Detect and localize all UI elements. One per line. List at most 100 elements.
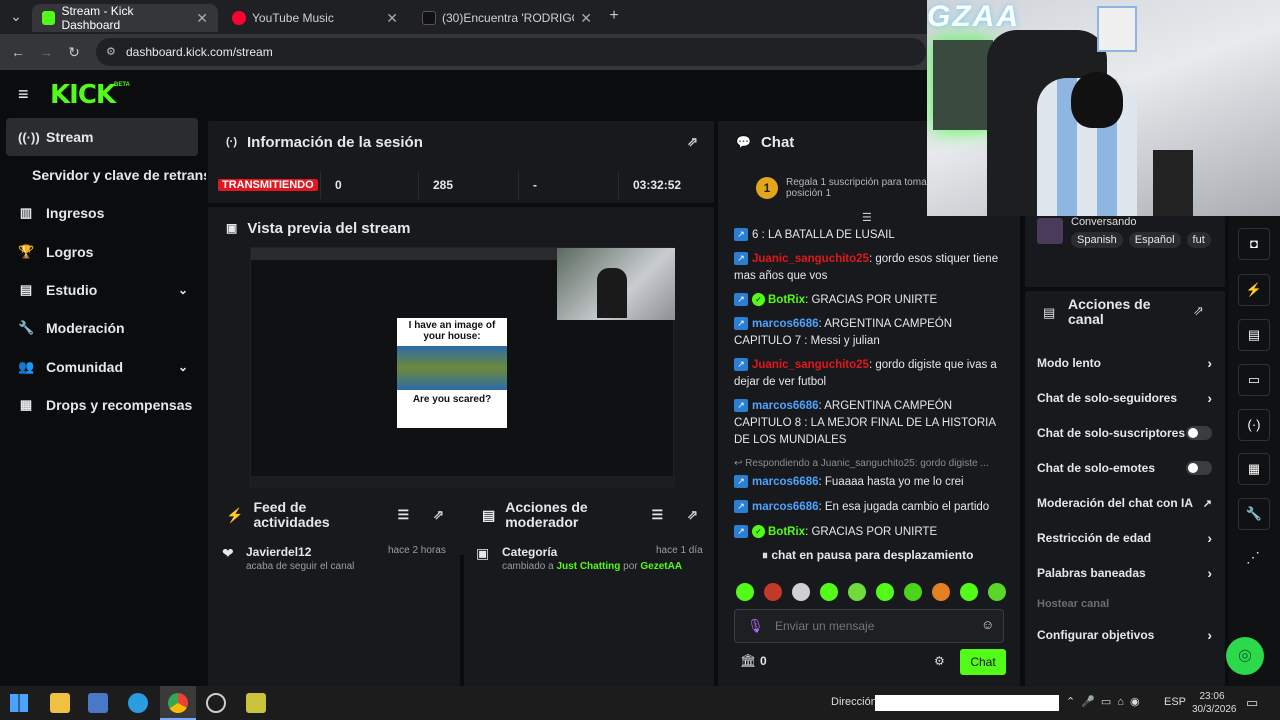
chat-username[interactable]: marcos6686 [752, 400, 819, 412]
chat-username[interactable]: marcos6686 [752, 476, 819, 488]
share-icon[interactable]: ⋰ [1246, 549, 1260, 566]
chat-username[interactable]: BotRix [768, 526, 805, 538]
broadcast-tool-icon[interactable]: (·) [1238, 409, 1270, 441]
sidebar-item-stream[interactable]: ((·)) Stream [6, 118, 198, 156]
category-link[interactable]: Just Chatting [556, 561, 620, 572]
action-age-restriction[interactable]: Restricción de edad › [1037, 528, 1212, 548]
address-toolbar-input[interactable] [875, 695, 1059, 711]
popout-icon[interactable]: ⇗ [1193, 303, 1204, 319]
chat-username[interactable]: marcos6686 [752, 501, 819, 513]
tab-list-icon[interactable]: ⌄ [6, 6, 26, 26]
action-slow-mode[interactable]: Modo lento › [1037, 353, 1212, 373]
subscribers-only-toggle[interactable] [1186, 426, 1212, 440]
microphone-icon[interactable]: 🎙 [747, 618, 764, 634]
computer-icon[interactable] [88, 693, 108, 713]
language-indicator[interactable]: ESP [1164, 696, 1186, 708]
document-tool-icon[interactable]: ▤ [1238, 319, 1270, 351]
feed-user[interactable]: Javierdel12 [246, 545, 311, 559]
system-tray-icons[interactable]: ⌃🎤▭⌂◉ [1066, 695, 1146, 708]
sidebar-item-server-key[interactable]: Servidor y clave de retransmisión [6, 156, 206, 194]
chat-username[interactable]: BotRix [768, 294, 805, 306]
taskbar-clock[interactable]: 23:06 30/3/2026 [1192, 690, 1237, 716]
kick-logo[interactable]: KICK [50, 80, 116, 110]
app-icon[interactable] [246, 693, 266, 713]
close-tab-icon[interactable]: ✕ [196, 10, 208, 27]
chrome-taskbar-button[interactable] [160, 686, 196, 720]
gift-promo-text[interactable]: Regala 1 suscripción para toma posición … [786, 177, 936, 199]
sidebar-item-drops[interactable]: ▦ Drops y recompensas [6, 386, 198, 424]
store-icon[interactable]: 🏛 [740, 653, 757, 669]
emote-icon[interactable] [848, 583, 866, 601]
tab-title: (30)Encuentra 'RODRIGO MORA [442, 11, 574, 25]
emote-icon[interactable] [988, 583, 1006, 601]
action-emotes-only[interactable]: Chat de solo-emotes [1037, 458, 1212, 478]
chat-username[interactable]: Juanic_sanguchito25 [752, 253, 869, 265]
popout-icon[interactable]: ⇗ [687, 134, 698, 150]
action-set-goals[interactable]: Configurar objetivos › [1037, 625, 1212, 645]
emotes-only-toggle[interactable] [1186, 461, 1212, 475]
chat-tool-icon[interactable]: ▭ [1238, 364, 1270, 396]
stream-preview-video[interactable]: I have an image of your house: Are you s… [250, 247, 675, 488]
lightning-tool-icon[interactable]: ⚡ [1238, 274, 1270, 306]
emote-icon[interactable] [932, 583, 950, 601]
close-tab-icon[interactable]: ✕ [580, 10, 592, 27]
obs-icon[interactable] [206, 693, 226, 713]
chat-input-box[interactable]: 🎙 ☺ [734, 609, 1004, 643]
chat-message-input[interactable] [775, 616, 975, 636]
chat-message: ↗ 6 : LA BATALLA DE LUSAIL [734, 227, 1006, 244]
chat-paused-notice[interactable]: ⏸ chat en pausa para desplazamiento [762, 545, 982, 565]
sidebar-item-estudio[interactable]: ▤ Estudio ⌄ [6, 271, 198, 309]
close-tab-icon[interactable]: ✕ [386, 10, 398, 27]
action-banned-words[interactable]: Palabras baneadas › [1037, 563, 1212, 583]
emoji-picker-icon[interactable]: ☺ [981, 617, 994, 632]
sidebar-item-logros[interactable]: 🏆 Logros [6, 233, 198, 271]
layout-tool-icon[interactable]: ▦ [1238, 453, 1270, 485]
chat-username[interactable]: Juanic_sanguchito25 [752, 359, 869, 371]
action-followers-only[interactable]: Chat de solo-seguidores › [1037, 388, 1212, 408]
tag[interactable]: Spanish [1071, 232, 1123, 248]
hamburger-menu-icon[interactable]: ≡ [18, 84, 29, 105]
chat-username[interactable]: marcos6686 [752, 318, 819, 330]
emote-icon[interactable] [792, 583, 810, 601]
reload-icon[interactable]: ↻ [64, 42, 84, 62]
file-explorer-icon[interactable] [50, 693, 70, 713]
notifications-icon[interactable]: ▭ [1246, 695, 1258, 711]
emote-icon[interactable] [820, 583, 838, 601]
edge-icon[interactable] [128, 693, 148, 713]
mod-action-type: Categoría [502, 545, 558, 559]
popout-icon[interactable]: ⇗ [433, 507, 444, 523]
settings-gear-icon[interactable]: ⚙ [934, 654, 945, 668]
filter-icon[interactable]: ☰ [397, 507, 409, 523]
tag[interactable]: Español [1128, 232, 1181, 248]
tab-youtube-music[interactable]: YouTube Music ✕ [222, 4, 408, 32]
forward-icon[interactable]: → [36, 42, 56, 62]
chat-message-list[interactable]: ↗ 6 : LA BATALLA DE LUSAIL ↗ Juanic_sanguc… [734, 219, 1006, 569]
sidebar-item-ingresos[interactable]: ▥ Ingresos [6, 194, 198, 232]
send-chat-button[interactable]: Chat [960, 649, 1006, 675]
sidebar-item-moderacion[interactable]: 🔧 Moderación [6, 309, 198, 347]
new-tab-button[interactable]: + [604, 6, 624, 26]
windows-start-icon[interactable] [10, 694, 28, 712]
tab-kick-dashboard[interactable]: Stream - Kick Dashboard ✕ [32, 4, 218, 32]
tag[interactable]: fut [1186, 232, 1211, 248]
emote-icon[interactable] [960, 583, 978, 601]
url-field[interactable]: ⚙ dashboard.kick.com/stream [96, 38, 926, 66]
popout-icon[interactable]: ⇗ [687, 507, 698, 523]
panel-title: Vista previa del stream [247, 219, 411, 237]
support-headset-button[interactable]: ◎ [1226, 637, 1264, 675]
action-subscribers-only[interactable]: Chat de solo-suscriptores [1037, 423, 1212, 443]
wrench-tool-icon[interactable]: 🔧 [1238, 498, 1270, 530]
action-ai-moderation[interactable]: Moderación del chat con IA ↗ [1037, 493, 1212, 513]
tab-tiktok[interactable]: (30)Encuentra 'RODRIGO MORA ✕ [412, 4, 602, 32]
emote-icon[interactable] [764, 583, 782, 601]
emote-icon[interactable] [876, 583, 894, 601]
moderator-link[interactable]: GezetAA [640, 561, 682, 572]
camera-tool-icon[interactable]: ◘ [1238, 228, 1270, 260]
back-icon[interactable]: ← [8, 42, 28, 62]
site-info-icon[interactable]: ⚙ [106, 38, 116, 66]
emote-icon[interactable] [736, 583, 754, 601]
filter-icon[interactable]: ☰ [651, 507, 663, 523]
tab-title: Stream - Kick Dashboard [61, 4, 134, 32]
emote-icon[interactable] [904, 583, 922, 601]
sidebar-item-comunidad[interactable]: 👥 Comunidad ⌄ [6, 348, 198, 386]
